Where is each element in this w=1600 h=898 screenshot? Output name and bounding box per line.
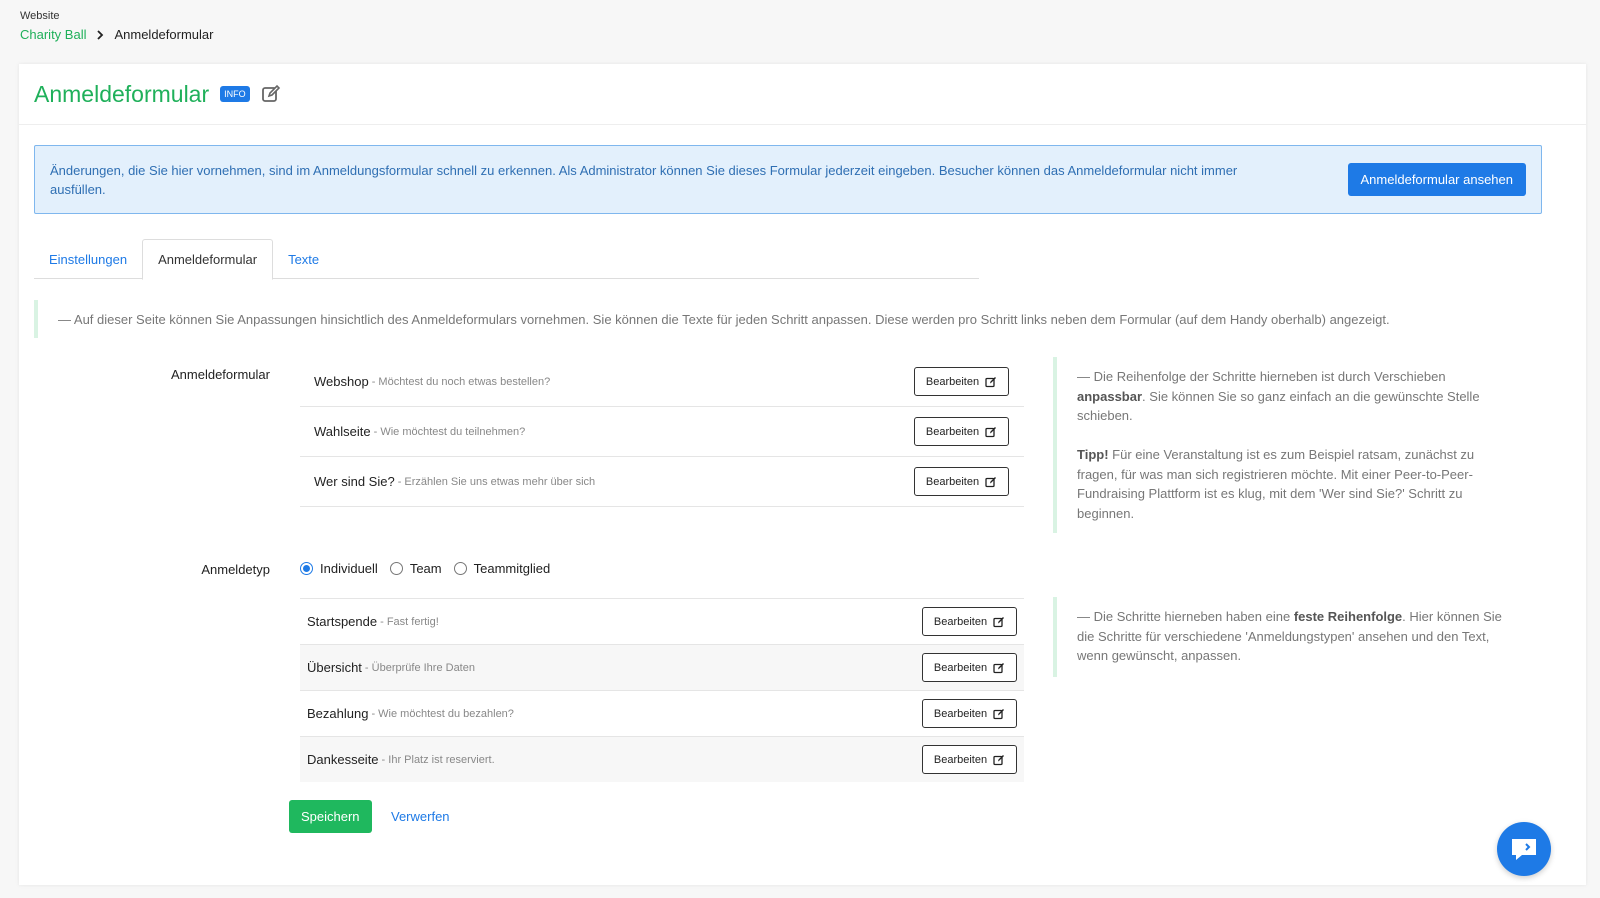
edit-icon <box>993 662 1005 673</box>
chevron-right-icon <box>94 29 106 41</box>
step-subtitle: - Möchtest du noch etwas bestellen? <box>371 375 551 388</box>
list-item[interactable]: Wer sind Sie? - Erzählen Sie uns etwas m… <box>300 457 1024 507</box>
breadcrumb-parent-link[interactable]: Charity Ball <box>20 27 86 42</box>
list-item: Startspende - Fast fertig! Bearbeiten <box>300 598 1024 644</box>
list-item: Bezahlung - Wie möchtest du bezahlen? Be… <box>300 690 1024 736</box>
edit-icon <box>993 708 1005 719</box>
edit-icon <box>985 476 997 487</box>
edit-icon <box>993 616 1005 627</box>
step-subtitle: - Ihr Platz ist reserviert. <box>381 753 495 766</box>
radio-label: Individuell <box>320 561 378 576</box>
type-steps-list: Startspende - Fast fertig! Bearbeiten Üb… <box>300 598 1024 782</box>
step-title: Übersicht <box>307 660 362 675</box>
edit-button-label: Bearbeiten <box>925 425 980 438</box>
radio-button[interactable] <box>389 562 403 575</box>
info-badge[interactable]: INFO <box>220 86 250 102</box>
step-subtitle: - Wie möchtest du teilnehmen? <box>373 425 526 438</box>
step-title: Startspende <box>307 614 378 629</box>
list-item[interactable]: Webshop - Möchtest du noch etwas bestell… <box>300 357 1024 407</box>
edit-button-label: Bearbeiten <box>925 375 980 388</box>
edit-button-label: Bearbeiten <box>933 753 988 766</box>
chat-button[interactable] <box>1497 822 1551 876</box>
edit-button[interactable]: Bearbeiten <box>922 607 1017 636</box>
list-item[interactable]: Wahlseite - Wie möchtest du teilnehmen? … <box>300 407 1024 457</box>
edit-icon[interactable] <box>261 84 281 104</box>
info-alert: Änderungen, die Sie hier vornehmen, sind… <box>34 145 1542 214</box>
note-bold: anpassbar <box>1077 388 1143 404</box>
step-subtitle: - Erzählen Sie uns etwas mehr über sich <box>397 475 596 488</box>
type-radio-group: Individuell Team Teammitglied <box>300 561 550 576</box>
edit-icon <box>985 426 997 437</box>
radio-button[interactable] <box>300 562 313 575</box>
edit-button[interactable]: Bearbeiten <box>922 699 1017 728</box>
edit-button-label: Bearbeiten <box>933 661 988 674</box>
list-item: Übersicht - Überprüfe Ihre Daten Bearbei… <box>300 644 1024 690</box>
step-title: Wahlseite <box>314 424 371 439</box>
step-subtitle: - Wie möchtest du bezahlen? <box>371 707 514 720</box>
edit-icon <box>985 376 997 387</box>
step-subtitle: - Fast fertig! <box>380 615 439 628</box>
edit-button[interactable]: Bearbeiten <box>922 745 1017 774</box>
list-item: Dankesseite - Ihr Platz ist reserviert. … <box>300 736 1024 782</box>
note-text: — Die Schritte hierneben haben eine <box>1077 609 1294 624</box>
edit-button[interactable]: Bearbeiten <box>914 367 1009 396</box>
edit-button-label: Bearbeiten <box>925 475 980 488</box>
note-text: — Die Reihenfolge der Schritte hierneben… <box>1077 369 1446 384</box>
tab-bar: Einstellungen Anmeldeformular Texte <box>34 239 979 280</box>
page-header: Anmeldeformular INFO <box>19 64 1586 125</box>
radio-label: Team <box>409 561 442 576</box>
step-title: Bezahlung <box>307 706 369 721</box>
page-title: Anmeldeformular <box>34 80 210 107</box>
step-title: Wer sind Sie? <box>314 474 395 489</box>
form-steps-list: Webshop - Möchtest du noch etwas bestell… <box>300 357 1024 507</box>
save-button[interactable]: Speichern <box>289 800 372 833</box>
step-title: Webshop <box>314 374 369 389</box>
radio-teammitglied[interactable]: Teammitglied <box>453 561 551 576</box>
page-hint: — Auf dieser Seite können Sie Anpassunge… <box>34 300 1534 338</box>
edit-button[interactable]: Bearbeiten <box>914 417 1009 446</box>
edit-button-label: Bearbeiten <box>933 615 988 628</box>
discard-link[interactable]: Verwerfen <box>391 800 450 833</box>
main-card: Anmeldeformular INFO Änderungen, die Sie… <box>19 64 1586 885</box>
view-form-button[interactable]: Anmeldeformular ansehen <box>1347 163 1526 196</box>
edit-button[interactable]: Bearbeiten <box>914 467 1009 496</box>
radio-team[interactable]: Team <box>389 561 442 576</box>
tip-label: Tipp! <box>1077 447 1109 462</box>
radio-label: Teammitglied <box>473 561 551 576</box>
breadcrumb-section: Website <box>20 10 60 22</box>
type-label: Anmeldetyp <box>201 562 270 577</box>
reorder-note: — Die Reihenfolge der Schritte hierneben… <box>1053 357 1503 533</box>
chat-icon <box>1512 839 1536 860</box>
tab-einstellungen[interactable]: Einstellungen <box>34 239 142 279</box>
radio-button[interactable] <box>453 562 467 575</box>
edit-button-label: Bearbeiten <box>933 707 988 720</box>
step-title: Dankesseite <box>307 752 379 767</box>
info-text: Änderungen, die Sie hier vornehmen, sind… <box>50 163 1238 197</box>
breadcrumb-current: Anmeldeformular <box>114 27 214 42</box>
step-subtitle: - Überprüfe Ihre Daten <box>364 661 475 674</box>
tab-anmeldeformular[interactable]: Anmeldeformular <box>142 239 274 280</box>
fixed-order-note: — Die Schritte hierneben haben eine fest… <box>1053 597 1503 677</box>
radio-individuell[interactable]: Individuell <box>300 561 378 576</box>
tab-texte[interactable]: Texte <box>273 239 334 279</box>
form-label: Anmeldeformular <box>171 367 270 382</box>
note-bold: feste Reihenfolge <box>1293 609 1403 624</box>
breadcrumb: Charity Ball Anmeldeformular <box>20 27 213 42</box>
tip-text: Für eine Veranstaltung ist es zum Beispi… <box>1077 447 1475 521</box>
edit-icon <box>993 754 1005 765</box>
edit-button[interactable]: Bearbeiten <box>922 653 1017 682</box>
